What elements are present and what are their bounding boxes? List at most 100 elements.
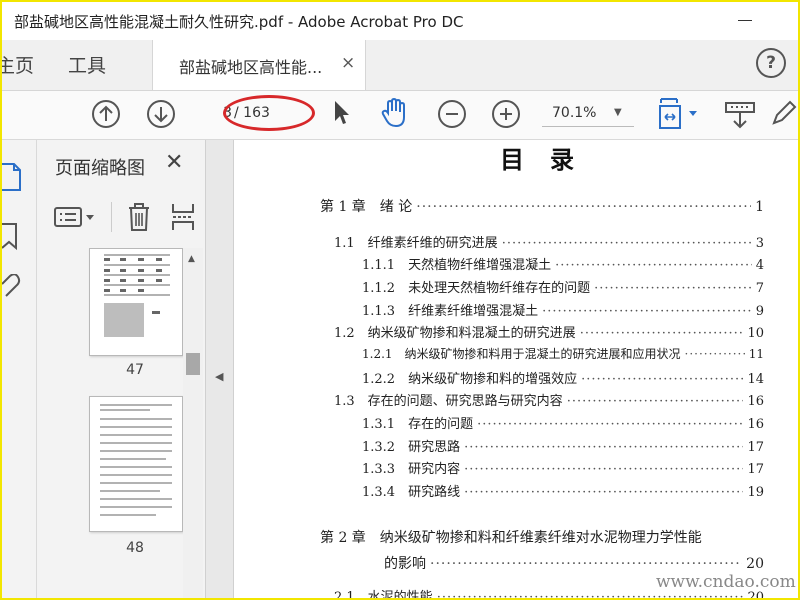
toc-page: 3: [755, 236, 764, 251]
document-view[interactable]: 目录 第 1 章 绪 论 1 1.1 纤维素纤维的研究进展 3 1.1.1 天然植物…: [234, 140, 798, 598]
tab-bar: 主页 工具 部盐碱地区高性能... × ?: [2, 40, 798, 91]
toc-entry[interactable]: 1.1.1 天然植物纤维增强混凝土 4: [362, 254, 764, 276]
toc-label: 1.3.4 研究路线: [362, 485, 461, 500]
toc-entry[interactable]: 1.2 纳米级矿物掺和料混凝土的研究进展 10: [334, 322, 764, 344]
page-preview: [100, 404, 172, 516]
panel-title: 页面缩略图: [55, 158, 145, 179]
toc-label: 第 1 章 绪 论: [320, 199, 413, 215]
toc-label: 1.3.2 研究思路: [362, 440, 461, 455]
toc-entry[interactable]: 1.3.4 研究路线 19: [362, 481, 764, 503]
thumbnail-page-48[interactable]: [89, 396, 183, 532]
toc-label: 1.2 纳米级矿物掺和料混凝土的研究进展: [334, 326, 576, 341]
toc-label: 1.2.1 纳米级矿物掺和料用于混凝土的研究进展和应用状况: [362, 347, 681, 361]
toc-label: 的影响: [384, 556, 426, 572]
toc-label: 1.1 纤维素纤维的研究进展: [334, 236, 498, 251]
toc-entry[interactable]: 1.1.3 纤维素纤维增强混凝土 9: [362, 300, 764, 322]
tab-document[interactable]: 部盐碱地区高性能... ×: [152, 40, 366, 90]
help-icon[interactable]: ?: [756, 48, 786, 78]
zoom-select[interactable]: 70.1% ▼: [542, 100, 634, 127]
toc-label: 1.1.2 未处理天然植物纤维存在的问题: [362, 281, 591, 296]
next-page-button[interactable]: [147, 100, 175, 128]
toc-label: 1.3.1 存在的问题: [362, 417, 474, 432]
chevron-left-icon[interactable]: ◀: [215, 370, 223, 383]
hand-tool-icon[interactable]: [380, 97, 410, 129]
toc-entry[interactable]: 1.3.3 研究内容 17: [362, 458, 764, 480]
minus-icon: [446, 113, 458, 115]
toc-page: 16: [747, 394, 764, 409]
zoom-out-button[interactable]: [438, 100, 466, 128]
thumbnail-list: 47 48: [37, 248, 187, 598]
arrow-down-icon: [154, 107, 168, 123]
insert-page-icon[interactable]: [171, 202, 195, 232]
toc-entry[interactable]: 1.2.1 纳米级矿物掺和料用于混凝土的研究进展和应用状况 11: [362, 345, 764, 367]
toc-page: 4: [755, 258, 764, 273]
bookmark-icon[interactable]: [2, 220, 22, 254]
toc-page: 9: [755, 304, 764, 319]
title-bar: 部盐碱地区高性能混凝土耐久性研究.pdf - Adobe Acrobat Pro…: [2, 2, 798, 40]
window-title: 部盐碱地区高性能混凝土耐久性研究.pdf - Adobe Acrobat Pro…: [14, 13, 464, 31]
highlight-oval: [223, 95, 315, 131]
chevron-down-icon: ▼: [614, 107, 622, 118]
toc-entry[interactable]: 第 1 章 绪 论 1: [320, 196, 764, 218]
toc-entry[interactable]: 1.3.1 存在的问题 16: [362, 413, 764, 435]
toc-page: 17: [747, 440, 764, 455]
toc-page: 11: [748, 347, 764, 361]
toc-page: 14: [747, 372, 764, 387]
toc-page: 20: [746, 556, 764, 572]
toc-page: 19: [747, 485, 764, 500]
toc-entry[interactable]: 1.2.2 纳米级矿物掺和料的增强效应 14: [362, 368, 764, 390]
options-menu-icon[interactable]: [53, 204, 99, 230]
toc-label: 1.1.1 天然植物纤维增强混凝土: [362, 258, 552, 273]
tab-tools[interactable]: 工具: [68, 51, 106, 78]
thumbnail-page-number: 48: [126, 540, 144, 556]
panel-toolbar: [53, 202, 203, 232]
scroll-up-icon[interactable]: ▲: [188, 254, 195, 264]
thumbnail-page-number: 47: [126, 362, 144, 378]
zoom-in-button[interactable]: [492, 100, 520, 128]
toc-page: 1: [755, 199, 764, 215]
toc-page: 16: [747, 417, 764, 432]
attachment-icon[interactable]: [2, 274, 22, 308]
thumbnails-panel: 页面缩略图 ✕ 47 48 ▲: [37, 140, 206, 598]
collapse-panel-handle[interactable]: ◀: [206, 140, 234, 598]
toc-entry[interactable]: 1.1.2 未处理天然植物纤维存在的问题 7: [362, 277, 764, 299]
toc-label: 2.1 水泥的性能: [334, 590, 433, 598]
toc-entry[interactable]: 第 2 章 纳米级矿物掺和料和纤维素纤维对水泥物理力学性能: [320, 527, 764, 549]
divider: [111, 202, 112, 232]
toc-label: 1.2.2 纳米级矿物掺和料的增强效应: [362, 372, 578, 387]
toc-label: 1.1.3 纤维素纤维增强混凝土: [362, 304, 539, 319]
toc-entry[interactable]: 1.3 存在的问题、研究思路与研究内容 16: [334, 390, 764, 412]
toc-entry[interactable]: 1.3.2 研究思路 17: [362, 436, 764, 458]
toc-page: 7: [755, 281, 764, 296]
minimize-button[interactable]: [732, 8, 760, 32]
watermark: www.cndao.com: [656, 572, 796, 592]
trash-icon[interactable]: [127, 202, 151, 232]
toc-label: 1.3.3 研究内容: [362, 462, 461, 477]
page-preview: [104, 254, 170, 337]
toc-label: 第 2 章 纳米级矿物掺和料和纤维素纤维对水泥物理力学性能: [320, 530, 702, 546]
zoom-value: 70.1%: [552, 105, 597, 121]
plus-icon: [500, 108, 512, 120]
tab-document-label: 部盐碱地区高性能...: [179, 58, 323, 77]
toc-page: 17: [747, 462, 764, 477]
close-panel-icon[interactable]: ✕: [165, 150, 183, 175]
arrow-up-icon: [99, 105, 113, 121]
app-window: 部盐碱地区高性能混凝土耐久性研究.pdf - Adobe Acrobat Pro…: [0, 0, 800, 600]
fit-page-icon[interactable]: [657, 97, 703, 131]
toc-page: 10: [747, 326, 764, 341]
close-tab-icon[interactable]: ×: [341, 53, 355, 73]
thumbnail-scrollbar[interactable]: ▲: [183, 248, 203, 598]
thumbnail-page-47[interactable]: [89, 248, 183, 356]
toolbar: 3 / 163 70.1% ▼: [2, 91, 798, 140]
previous-page-button[interactable]: [92, 100, 120, 128]
toc-entry[interactable]: 1.1 纤维素纤维的研究进展 3: [334, 232, 764, 254]
toc-title: 目录: [500, 146, 600, 174]
page-thumbnails-icon[interactable]: [2, 160, 22, 194]
tab-home[interactable]: 主页: [2, 51, 34, 78]
select-tool-icon[interactable]: [332, 99, 352, 127]
read-mode-icon[interactable]: [724, 99, 758, 131]
pen-icon[interactable]: [768, 99, 798, 129]
scrollbar-thumb[interactable]: [186, 353, 200, 375]
toc-label: 1.3 存在的问题、研究思路与研究内容: [334, 394, 563, 409]
left-nav-strip: [2, 140, 37, 598]
